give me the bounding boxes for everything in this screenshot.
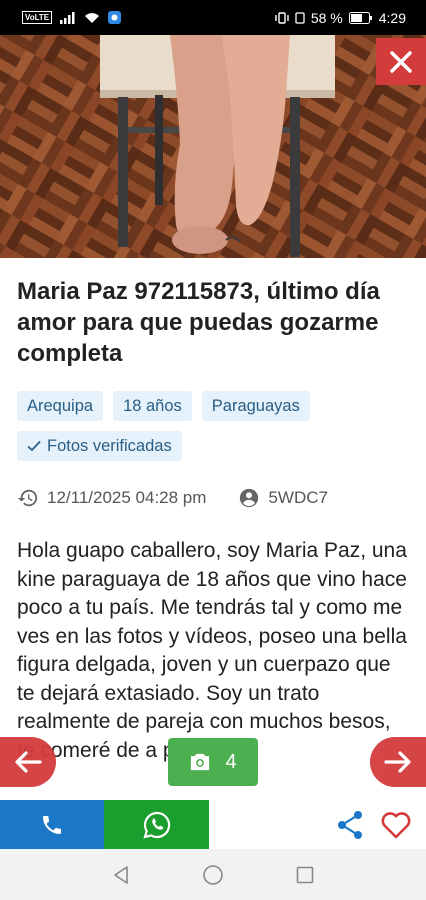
nfc-icon [295,11,305,24]
listing-main-photo[interactable] [0,35,426,258]
back-icon[interactable] [112,865,130,885]
whatsapp-button[interactable] [104,800,209,849]
tag-age[interactable]: 18 años [113,391,192,421]
home-icon[interactable] [202,864,224,886]
user-circle-icon [240,488,259,508]
verified-label: Fotos verificadas [47,437,172,455]
meta-code: 5WDC7 [238,487,328,509]
meta-date: 12/11/2025 04:28 pm [17,487,206,509]
arrow-right-icon [384,751,411,773]
volte-indicator: VoLTE [22,11,53,24]
status-bar: VoLTE 58 % 4:29 [0,0,426,35]
photo-counter-button[interactable]: 4 [168,738,258,786]
listing-content: Maria Paz 972115873, último día amor par… [0,258,426,800]
arrow-left-icon [15,751,42,773]
wifi-icon [85,12,100,23]
tag-nationality[interactable]: Paraguayas [201,391,310,421]
whatsapp-icon [142,811,170,839]
clock: 4:29 [378,9,406,26]
tag-list: Arequipa 18 años Paraguayas Fotos verifi… [17,391,409,461]
listing-description: Hola guapo caballero, soy Maria Paz, una… [17,539,407,762]
phone-icon [43,815,61,834]
contact-action-bar [0,800,426,849]
listing-title: Maria Paz 972115873, último día amor par… [17,278,380,367]
previous-photo-button[interactable] [0,737,56,787]
photo-image [0,35,426,258]
call-button[interactable] [0,800,104,849]
close-icon [390,50,412,73]
app-notification-icon [108,11,122,24]
status-left: VoLTE [22,11,122,24]
heart-outline-icon [381,811,411,838]
listing-meta: 12/11/2025 04:28 pm 5WDC7 [17,487,409,509]
photo-count: 4 [225,750,237,773]
recents-icon[interactable] [296,866,314,884]
share-button[interactable] [328,800,372,849]
favorite-button[interactable] [372,800,420,849]
history-icon [17,489,38,507]
signal-icon [60,11,75,24]
verified-photos-badge: Fotos verificadas [17,431,182,461]
camera-icon [191,753,210,771]
vibrate-icon [275,11,289,24]
battery-icon [348,11,372,24]
listing-code: 5WDC7 [268,488,328,507]
status-right: 58 % 4:29 [275,10,406,26]
tag-city[interactable]: Arequipa [17,391,104,421]
battery-percent: 58 % [310,9,343,26]
share-icon [338,810,362,839]
system-navigation-bar [0,849,426,900]
close-button[interactable] [376,38,426,85]
publish-date: 12/11/2025 04:28 pm [47,488,207,507]
checkmark-icon [27,440,41,452]
next-photo-button[interactable] [370,737,426,787]
